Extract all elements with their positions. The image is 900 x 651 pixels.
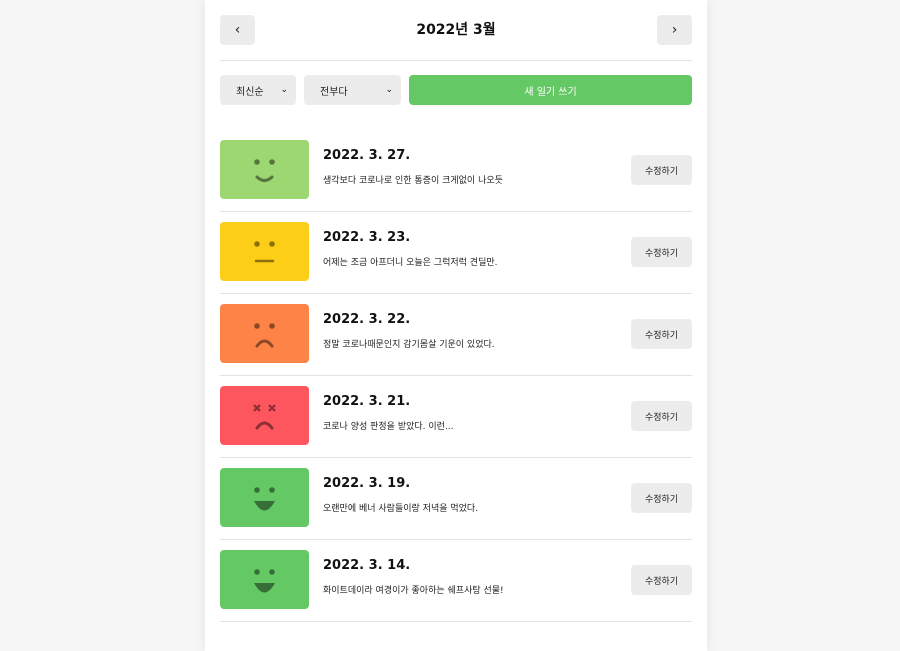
header: ‹ 2022년 3월 ›	[220, 15, 692, 45]
edit-button[interactable]: 수정하기	[631, 155, 692, 185]
header-divider	[220, 60, 692, 61]
great-icon[interactable]	[220, 550, 309, 609]
sort-select-value: 최신순	[236, 86, 264, 98]
diary-content-preview: 화이트데이라 여경이가 좋아하는 쉐프사탕 선물!	[323, 586, 504, 596]
diary-info[interactable]: 2022. 3. 23. 어제는 조금 아프더니 오늘은 그럭저럭 견딜만.	[323, 230, 623, 268]
chevron-right-icon: ›	[671, 22, 678, 38]
good-icon[interactable]	[220, 140, 309, 199]
diary-item[interactable]: 2022. 3. 14. 화이트데이라 여경이가 좋아하는 쉐프사탕 선물! 수…	[220, 540, 692, 622]
emotion-filter-select[interactable]: 전부다 ⌄	[304, 75, 401, 105]
diary-item[interactable]: 2022. 3. 22. 정말 코로나때문인지 감기몸살 기운이 있었다. 수정…	[220, 294, 692, 376]
diary-date: 2022. 3. 19.	[323, 476, 411, 491]
diary-content-preview: 오랜만에 베너 사람들이랑 저녁을 먹었다.	[323, 504, 479, 514]
diary-list: 2022. 3. 27. 생각보다 코로나로 인한 통증이 크게없이 나오듯 수…	[220, 130, 692, 622]
diary-content-preview: 생각보다 코로나로 인한 통증이 크게없이 나오듯	[323, 176, 503, 186]
diary-content-preview: 어제는 조금 아프더니 오늘은 그럭저럭 견딜만.	[323, 258, 498, 268]
bad-icon[interactable]	[220, 304, 309, 363]
diary-item[interactable]: 2022. 3. 27. 생각보다 코로나로 인한 통증이 크게없이 나오듯 수…	[220, 130, 692, 212]
sort-select[interactable]: 최신순 ⌄	[220, 75, 296, 105]
diary-date: 2022. 3. 21.	[323, 394, 411, 409]
edit-button[interactable]: 수정하기	[631, 483, 692, 513]
diary-info[interactable]: 2022. 3. 21. 코로나 양성 판정을 받았다. 이런...	[323, 394, 623, 432]
filter-select-value: 전부다	[320, 86, 348, 98]
edit-button[interactable]: 수정하기	[631, 565, 692, 595]
chevron-down-icon: ⌄	[280, 85, 288, 95]
great-icon[interactable]	[220, 468, 309, 527]
diary-app: ‹ 2022년 3월 › 최신순 ⌄ 전부다 ⌄ 새 일기 쓰기 2022. 3…	[205, 0, 707, 651]
month-title: 2022년 3월	[416, 22, 496, 38]
edit-button[interactable]: 수정하기	[631, 237, 692, 267]
diary-item[interactable]: 2022. 3. 23. 어제는 조금 아프더니 오늘은 그럭저럭 견딜만. 수…	[220, 212, 692, 294]
diary-item[interactable]: 2022. 3. 19. 오랜만에 베너 사람들이랑 저녁을 먹었다. 수정하기	[220, 458, 692, 540]
chevron-down-icon: ⌄	[385, 85, 393, 95]
controls-bar: 최신순 ⌄ 전부다 ⌄ 새 일기 쓰기	[220, 75, 692, 105]
terrible-icon[interactable]	[220, 386, 309, 445]
diary-info[interactable]: 2022. 3. 27. 생각보다 코로나로 인한 통증이 크게없이 나오듯	[323, 148, 623, 186]
diary-date: 2022. 3. 23.	[323, 230, 411, 245]
diary-info[interactable]: 2022. 3. 19. 오랜만에 베너 사람들이랑 저녁을 먹었다.	[323, 476, 623, 514]
new-diary-button[interactable]: 새 일기 쓰기	[409, 75, 692, 105]
diary-info[interactable]: 2022. 3. 14. 화이트데이라 여경이가 좋아하는 쉐프사탕 선물!	[323, 558, 623, 596]
diary-info[interactable]: 2022. 3. 22. 정말 코로나때문인지 감기몸살 기운이 있었다.	[323, 312, 623, 350]
diary-content-preview: 정말 코로나때문인지 감기몸살 기운이 있었다.	[323, 340, 495, 350]
diary-date: 2022. 3. 22.	[323, 312, 411, 327]
diary-content-preview: 코로나 양성 판정을 받았다. 이런...	[323, 422, 454, 432]
diary-date: 2022. 3. 14.	[323, 558, 411, 573]
diary-item[interactable]: 2022. 3. 21. 코로나 양성 판정을 받았다. 이런... 수정하기	[220, 376, 692, 458]
edit-button[interactable]: 수정하기	[631, 319, 692, 349]
diary-date: 2022. 3. 27.	[323, 148, 411, 163]
edit-button[interactable]: 수정하기	[631, 401, 692, 431]
next-month-button[interactable]: ›	[657, 15, 692, 45]
neutral-icon[interactable]	[220, 222, 309, 281]
